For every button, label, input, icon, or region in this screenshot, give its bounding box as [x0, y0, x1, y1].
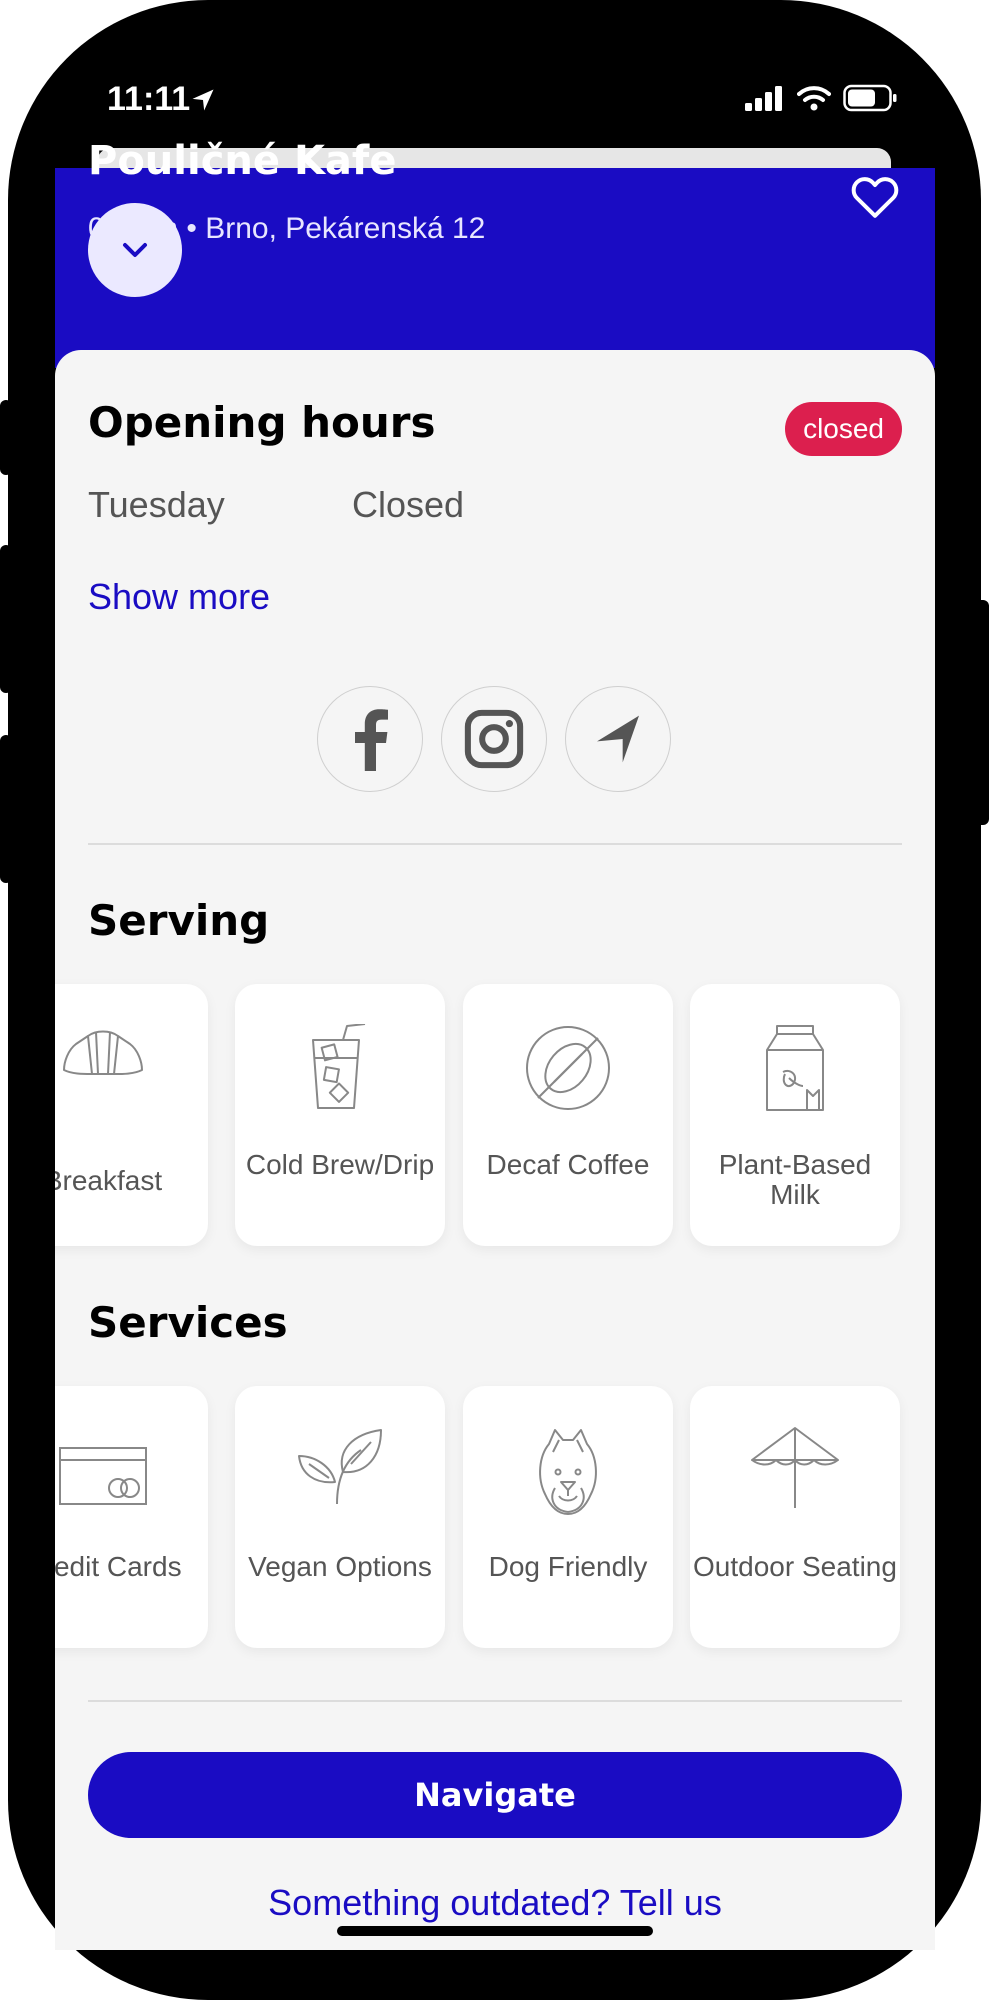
service-item-label: Vegan Options [248, 1551, 432, 1582]
iced-drink-icon [312, 1024, 366, 1109]
volume-up-button [0, 545, 12, 693]
navigate-button[interactable]: Navigate [88, 1752, 902, 1838]
instagram-icon [464, 709, 524, 769]
directions-button[interactable] [565, 686, 671, 792]
chevron-down-icon [123, 243, 147, 257]
service-item-label: Dog Friendly [488, 1551, 648, 1582]
power-button [975, 600, 989, 825]
service-item-credit-cards[interactable]: Credit Cards [55, 1386, 208, 1648]
facebook-button[interactable] [317, 686, 423, 792]
dog-icon [539, 1429, 597, 1515]
status-time: 11:11 [107, 80, 191, 118]
battery-icon [843, 84, 897, 112]
credit-card-icon [59, 1447, 147, 1505]
status-bar: 11:11 [55, 70, 935, 130]
heart-icon[interactable] [847, 168, 903, 224]
show-more-link[interactable]: Show more [88, 576, 270, 618]
instagram-button[interactable] [441, 686, 547, 792]
leaf-icon [298, 1429, 382, 1505]
serving-item-label: Cold Brew/Drip [245, 1149, 435, 1180]
volume-down-button [0, 735, 12, 883]
serving-item-label: Breakfast [55, 1165, 163, 1196]
signal-icon [745, 86, 782, 111]
status-badge: closed [785, 402, 902, 456]
service-item-outdoor[interactable]: Outdoor Seating [690, 1386, 900, 1648]
serving-item-label: Decaf Coffee [486, 1149, 650, 1180]
mute-switch [0, 400, 12, 475]
umbrella-icon [751, 1427, 839, 1508]
collapse-button[interactable] [88, 203, 182, 297]
service-item-dog[interactable]: Dog Friendly [463, 1386, 673, 1648]
serving-item-breakfast[interactable]: Breakfast [55, 984, 208, 1246]
hours-value: Closed [352, 484, 465, 525]
milk-carton-icon [766, 1025, 824, 1111]
serving-item-plant-milk[interactable]: Plant-Based Milk [690, 984, 900, 1246]
wifi-icon [797, 86, 831, 111]
service-item-label: Outdoor Seating [693, 1551, 897, 1582]
status-icons [745, 84, 899, 112]
report-outdated-link[interactable]: Something outdated? Tell us [55, 1882, 935, 1924]
service-item-label: Credit Cards [55, 1551, 182, 1582]
navigation-arrow-icon [597, 715, 639, 763]
app-screen: 11:11 Pouličné Kafe 0.1 km • Brno, Pekár… [55, 0, 935, 1950]
opening-hours-title: Opening hours [88, 398, 436, 447]
hours-day: Tuesday [88, 484, 225, 525]
divider [88, 843, 902, 845]
croissant-icon [63, 1030, 143, 1075]
place-header: Pouličné Kafe 0.1 km • Brno, Pekárenská … [55, 138, 935, 368]
serving-item-decaf[interactable]: Decaf Coffee [463, 984, 673, 1246]
divider [88, 1700, 902, 1702]
decaf-bean-icon [526, 1026, 610, 1110]
serving-title: Serving [88, 896, 270, 945]
location-arrow-icon [192, 89, 214, 111]
facebook-icon [355, 709, 388, 771]
serving-item-cold-brew[interactable]: Cold Brew/Drip [235, 984, 445, 1246]
services-title: Services [88, 1298, 288, 1347]
serving-item-label: Plant-Based Milk [718, 1149, 872, 1210]
service-item-vegan[interactable]: Vegan Options [235, 1386, 445, 1648]
home-indicator[interactable] [337, 1926, 653, 1936]
place-name: Pouličné Kafe [88, 138, 397, 184]
